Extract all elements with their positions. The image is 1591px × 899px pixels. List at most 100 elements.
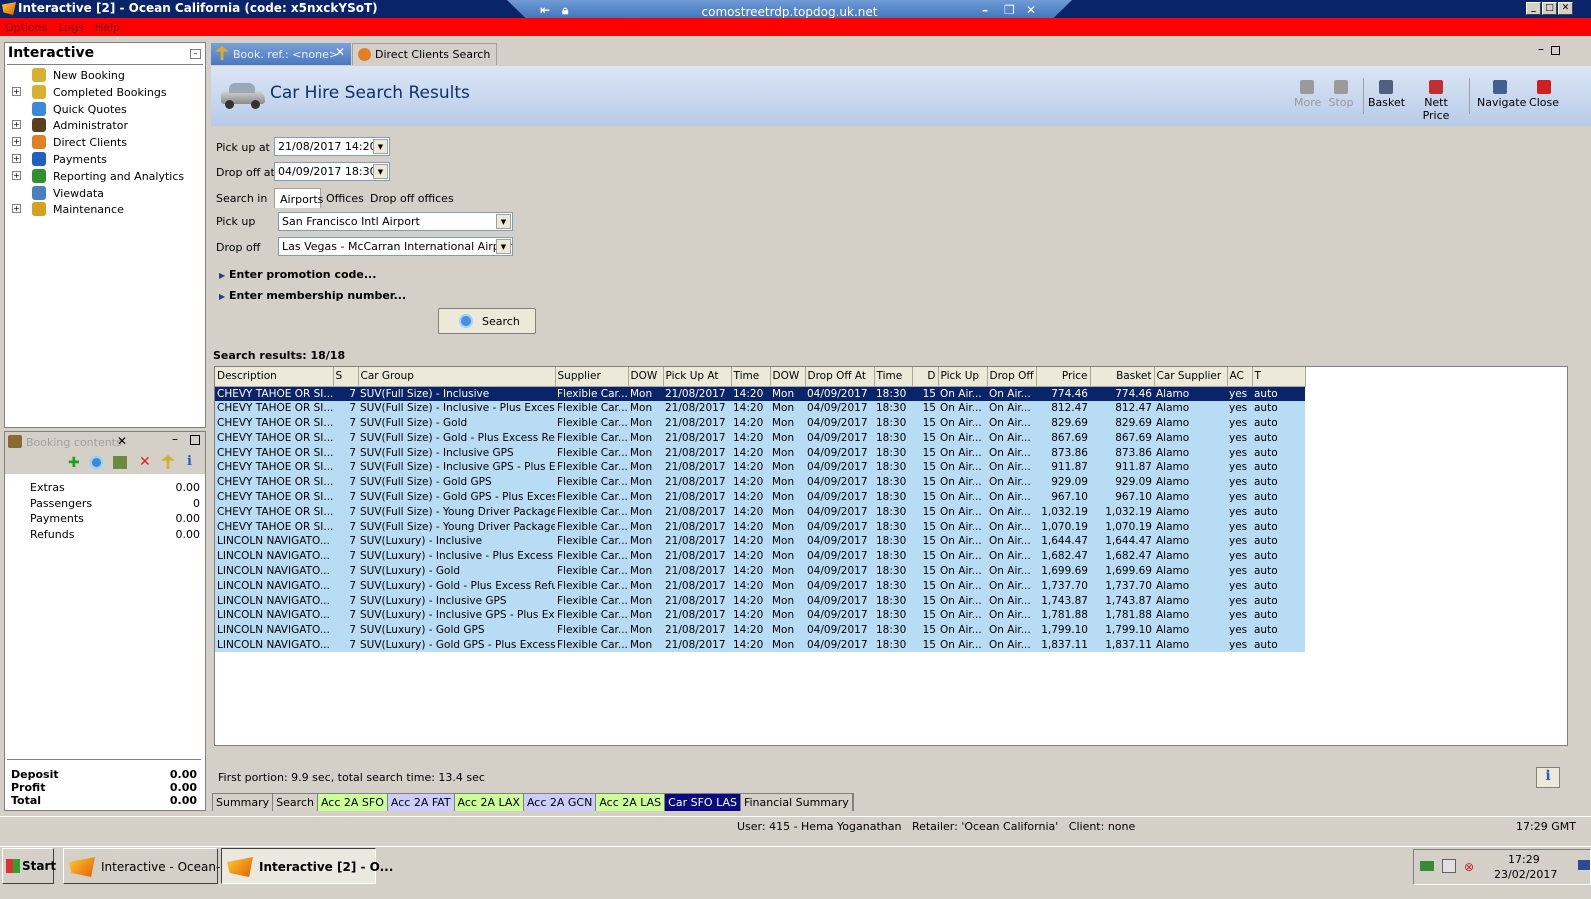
chevron-down-icon[interactable]: ▼ xyxy=(373,139,388,154)
search-in-dropoff-offices[interactable]: Drop off offices xyxy=(370,192,454,205)
column-header[interactable]: AC xyxy=(1227,367,1253,387)
nav-item[interactable]: New Booking xyxy=(5,67,205,84)
bottom-tab[interactable]: Acc 2A LAX xyxy=(454,794,524,811)
nav-item[interactable]: + Direct Clients xyxy=(5,134,205,151)
menu-help[interactable]: Help xyxy=(95,21,120,34)
close-button[interactable]: Close xyxy=(1529,80,1559,109)
add-icon[interactable]: ✚ xyxy=(68,455,80,471)
table-row[interactable]: CHEVY TAHOE OR SI... 7 SUV(Full Size) - Yo… xyxy=(215,504,1305,520)
stop-button[interactable]: Stop xyxy=(1328,80,1354,109)
collapse-icon[interactable]: – xyxy=(190,49,201,59)
more-button[interactable]: More xyxy=(1294,80,1321,109)
column-header[interactable]: Supplier xyxy=(555,367,629,387)
start-button[interactable]: Start xyxy=(2,848,56,884)
column-header[interactable]: Time xyxy=(731,367,771,387)
column-header[interactable]: Basket xyxy=(1090,367,1155,387)
expand-icon[interactable]: + xyxy=(12,204,21,214)
refresh-icon[interactable] xyxy=(90,456,103,469)
column-header[interactable]: Car Supplier xyxy=(1154,367,1228,387)
bottom-tab[interactable]: Car SFO LAS xyxy=(665,794,741,811)
search-button[interactable]: Search xyxy=(438,308,536,334)
tab-close-icon[interactable]: ✕ xyxy=(335,45,345,59)
table-row[interactable]: LINCOLN NAVIGATO... 7 SUV(Luxury) - Gold -… xyxy=(215,578,1305,594)
basket-button[interactable]: Basket xyxy=(1368,80,1405,109)
nett-price-button[interactable]: Nett Price xyxy=(1411,80,1461,122)
chevron-down-icon[interactable]: ▼ xyxy=(496,214,511,229)
palm-icon[interactable] xyxy=(161,455,175,469)
chevron-down-icon[interactable]: ▼ xyxy=(496,239,511,254)
close-window-button[interactable]: ✕ xyxy=(1558,2,1573,15)
column-header[interactable]: DOW xyxy=(628,367,664,387)
table-row[interactable]: CHEVY TAHOE OR SI... 7 SUV(Full Size) - In… xyxy=(215,386,1305,401)
bottom-tab[interactable]: Acc 2A FAT xyxy=(387,794,455,811)
table-row[interactable]: LINCOLN NAVIGATO... 7 SUV(Luxury) - Gold G… xyxy=(215,637,1305,653)
expand-icon[interactable]: + xyxy=(12,170,21,180)
column-header[interactable]: Description xyxy=(215,367,334,387)
search-in-airports[interactable]: Airports xyxy=(274,188,323,208)
pickup-at-field[interactable]: 21/08/2017 14:20 ▼ xyxy=(274,137,390,156)
bottom-tab[interactable]: Acc 2A SFO xyxy=(317,794,388,811)
transfer-icon[interactable] xyxy=(113,456,127,469)
booking-minimize-icon[interactable]: – xyxy=(172,432,178,446)
bottom-tab[interactable]: Acc 2A LAS xyxy=(596,794,666,811)
expand-icon[interactable]: + xyxy=(12,137,21,147)
dropoff-select[interactable]: Las Vegas - McCarran International Airpo… xyxy=(278,237,513,256)
table-row[interactable]: CHEVY TAHOE OR SI... 7 SUV(Full Size) - In… xyxy=(215,445,1305,460)
column-header[interactable]: Car Group xyxy=(358,367,556,387)
booking-maximize-icon[interactable] xyxy=(190,435,200,445)
bottom-tab[interactable]: Acc 2A GCN xyxy=(523,794,597,811)
navigate-button[interactable]: Navigate xyxy=(1477,80,1526,109)
rdp-close-icon[interactable]: ✕ xyxy=(1026,3,1036,17)
rdp-restore-icon[interactable]: ❐ xyxy=(1004,3,1015,17)
column-header[interactable]: Pick Up At xyxy=(663,367,732,387)
info-button[interactable]: i xyxy=(1536,767,1560,788)
nav-item[interactable]: + Completed Bookings xyxy=(5,84,205,101)
membership-expander[interactable]: ▶ Enter membership number... xyxy=(219,289,406,302)
table-row[interactable]: LINCOLN NAVIGATO... 7 SUV(Luxury) - Inclus… xyxy=(215,548,1305,564)
column-header[interactable]: S xyxy=(333,367,359,387)
table-row[interactable]: LINCOLN NAVIGATO... 7 SUV(Luxury) - Gold Fl… xyxy=(215,563,1305,579)
table-row[interactable]: CHEVY TAHOE OR SI... 7 SUV(Full Size) - Go… xyxy=(215,415,1305,431)
table-row[interactable]: LINCOLN NAVIGATO... 7 SUV(Luxury) - Inclus… xyxy=(215,533,1305,549)
task-interactive-2[interactable]: Interactive [2] - O... xyxy=(221,848,393,884)
nav-item[interactable]: + Payments xyxy=(5,151,205,168)
column-header[interactable]: Drop Off At xyxy=(805,367,875,387)
table-row[interactable]: CHEVY TAHOE OR SI... 7 SUV(Full Size) - Go… xyxy=(215,430,1305,446)
table-row[interactable]: CHEVY TAHOE OR SI... 7 SUV(Full Size) - In… xyxy=(215,400,1305,416)
rdp-minimize-icon[interactable]: – xyxy=(982,3,988,17)
search-in-offices[interactable]: Offices xyxy=(326,192,364,205)
chevron-down-icon[interactable]: ▼ xyxy=(373,164,388,179)
column-header[interactable]: DOW xyxy=(770,367,806,387)
table-row[interactable]: CHEVY TAHOE OR SI... 7 SUV(Full Size) - Go… xyxy=(215,474,1305,490)
bottom-tab[interactable]: Financial Summary xyxy=(740,794,853,811)
expand-icon[interactable]: + xyxy=(12,154,21,163)
volume-muted-icon[interactable]: ⊗ xyxy=(1464,860,1474,874)
table-row[interactable]: LINCOLN NAVIGATO... 7 SUV(Luxury) - Inclus… xyxy=(215,593,1305,608)
nav-item[interactable]: Quick Quotes xyxy=(5,101,205,118)
table-row[interactable]: CHEVY TAHOE OR SI... 7 SUV(Full Size) - In… xyxy=(215,459,1305,475)
bottom-tab[interactable]: Summary xyxy=(213,794,274,811)
task-interactive-ocean[interactable]: Interactive - Ocean-F... xyxy=(63,848,237,884)
doc-maximize-icon[interactable] xyxy=(1551,46,1560,55)
menu-options[interactable]: Options xyxy=(5,21,47,34)
table-row[interactable]: LINCOLN NAVIGATO... 7 SUV(Luxury) - Gold G… xyxy=(215,622,1305,638)
column-header[interactable]: Price xyxy=(1036,367,1091,387)
pickup-select[interactable]: San Francisco Intl Airport ▼ xyxy=(278,212,513,231)
tab-direct-clients-search[interactable]: Direct Clients Search xyxy=(352,43,497,65)
column-header[interactable]: Drop Off xyxy=(987,367,1037,387)
expand-icon[interactable]: + xyxy=(12,120,21,130)
table-row[interactable]: LINCOLN NAVIGATO... 7 SUV(Luxury) - Inclus… xyxy=(215,607,1305,623)
clock[interactable]: 17:29 xyxy=(1508,853,1540,866)
minimize-button[interactable]: _ xyxy=(1526,2,1541,15)
column-header[interactable]: Time xyxy=(874,367,913,387)
show-desktop-icon[interactable] xyxy=(1578,860,1590,870)
dropoff-at-field[interactable]: 04/09/2017 18:30 ▼ xyxy=(274,162,390,181)
network-icon[interactable] xyxy=(1420,861,1434,871)
table-row[interactable]: CHEVY TAHOE OR SI... 7 SUV(Full Size) - Go… xyxy=(215,489,1305,505)
nav-item[interactable]: + Maintenance xyxy=(5,201,205,218)
bottom-tab[interactable]: Search xyxy=(273,794,318,811)
delete-icon[interactable]: ✕ xyxy=(139,454,151,470)
column-header[interactable]: Pick Up xyxy=(938,367,988,387)
expand-icon[interactable]: + xyxy=(12,86,21,96)
maximize-button[interactable]: □ xyxy=(1542,2,1557,15)
